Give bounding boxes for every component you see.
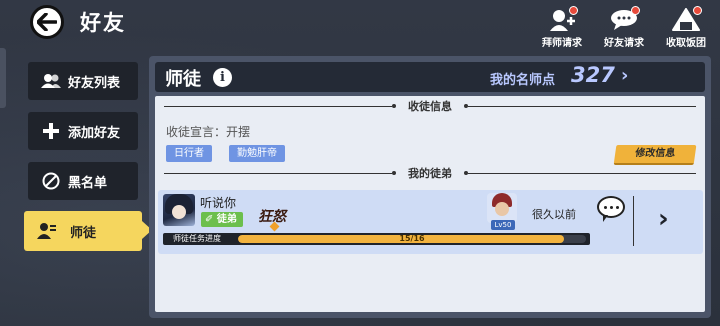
disciples-section-title: 我的徒弟 bbox=[408, 167, 452, 180]
sidebar-item-label: 添加好友 bbox=[68, 125, 121, 141]
master-avatar[interactable] bbox=[487, 193, 517, 223]
sidebar-item-mentorship[interactable]: 师徒 bbox=[24, 211, 152, 251]
mentor-points-value[interactable]: 327 bbox=[571, 63, 615, 87]
mentor-points-label[interactable]: 我的名师点 bbox=[490, 69, 555, 88]
tag-diligent-grinder: 勤勉肝帝 bbox=[229, 145, 285, 162]
back-button[interactable] bbox=[30, 5, 64, 39]
progress-text: 15/16 bbox=[399, 234, 425, 243]
panel-title: 师徒 bbox=[165, 69, 201, 90]
mentorship-panel: 师徒 i 我的名师点 327 › 收徒信息 收徒宣言：开摆 日行者 勤勉肝帝 修… bbox=[149, 56, 711, 318]
chevron-right-icon[interactable]: › bbox=[621, 65, 628, 86]
disciple-avatar[interactable] bbox=[163, 194, 195, 226]
master-request-label: 拜师请求 bbox=[542, 38, 582, 49]
disciple-badge-label: 徒弟 bbox=[216, 214, 237, 225]
level-badge: Lv50 bbox=[491, 220, 515, 230]
left-edge-tab bbox=[0, 48, 6, 108]
chevron-right-icon[interactable]: › bbox=[658, 204, 669, 234]
recruit-section-header: 收徒信息 bbox=[155, 99, 705, 113]
plus-icon bbox=[40, 122, 62, 140]
last-online-text: 很久以前 bbox=[532, 208, 576, 221]
rice-ball-icon bbox=[672, 6, 702, 32]
back-arrow-icon bbox=[37, 13, 57, 31]
sidebar-item-add-friend[interactable]: 添加好友 bbox=[28, 112, 138, 150]
master-request-icon bbox=[548, 6, 578, 32]
panel-header: 师徒 i 我的名师点 327 › bbox=[155, 62, 705, 92]
block-icon bbox=[40, 172, 62, 190]
disciple-name: 听说你 bbox=[200, 196, 237, 210]
recruit-section-title: 收徒信息 bbox=[408, 100, 452, 113]
friend-request-button[interactable]: 好友请求 bbox=[594, 6, 654, 49]
sidebar-item-label: 师徒 bbox=[70, 225, 97, 241]
sidebar-item-friends-list[interactable]: 好友列表 bbox=[28, 62, 138, 100]
sidebar-item-label: 黑名单 bbox=[68, 175, 108, 191]
tag-day-walker: 日行者 bbox=[166, 145, 212, 162]
friend-request-label: 好友请求 bbox=[604, 38, 644, 49]
sidebar-item-label: 好友列表 bbox=[68, 75, 121, 91]
edit-info-button[interactable]: 修改信息 bbox=[613, 145, 697, 165]
info-icon[interactable]: i bbox=[213, 68, 232, 87]
friend-request-icon bbox=[610, 6, 640, 32]
progress-label: 师徒任务进度 bbox=[173, 234, 221, 243]
disciple-badge-icon: ✐ bbox=[205, 214, 214, 225]
panel-content: 收徒信息 收徒宣言：开摆 日行者 勤勉肝帝 修改信息 我的徒弟 听说你 ✐ 徒弟… bbox=[155, 96, 705, 312]
sidebar-item-blacklist[interactable]: 黑名单 bbox=[28, 162, 138, 200]
rice-ball-button[interactable]: 收取饭团 bbox=[656, 6, 716, 49]
disciples-section-header: 我的徒弟 bbox=[155, 166, 705, 180]
page-title: 好友 bbox=[80, 11, 126, 35]
master-request-button[interactable]: 拜师请求 bbox=[532, 6, 592, 49]
disciple-card[interactable]: 听说你 ✐ 徒弟 狂怒 Lv50 很久以前 › 师徒任务进度 15/16 bbox=[158, 190, 703, 254]
friends-list-icon bbox=[40, 72, 62, 90]
rice-ball-label: 收取饭团 bbox=[666, 38, 706, 49]
card-divider bbox=[633, 196, 634, 246]
disciple-role-badge: ✐ 徒弟 bbox=[201, 212, 243, 227]
chat-bubble-icon[interactable] bbox=[597, 196, 625, 222]
recruit-declaration: 收徒宣言：开摆 bbox=[166, 125, 251, 139]
mentorship-icon bbox=[36, 222, 58, 240]
mentorship-task-progress: 师徒任务进度 15/16 bbox=[163, 233, 590, 245]
